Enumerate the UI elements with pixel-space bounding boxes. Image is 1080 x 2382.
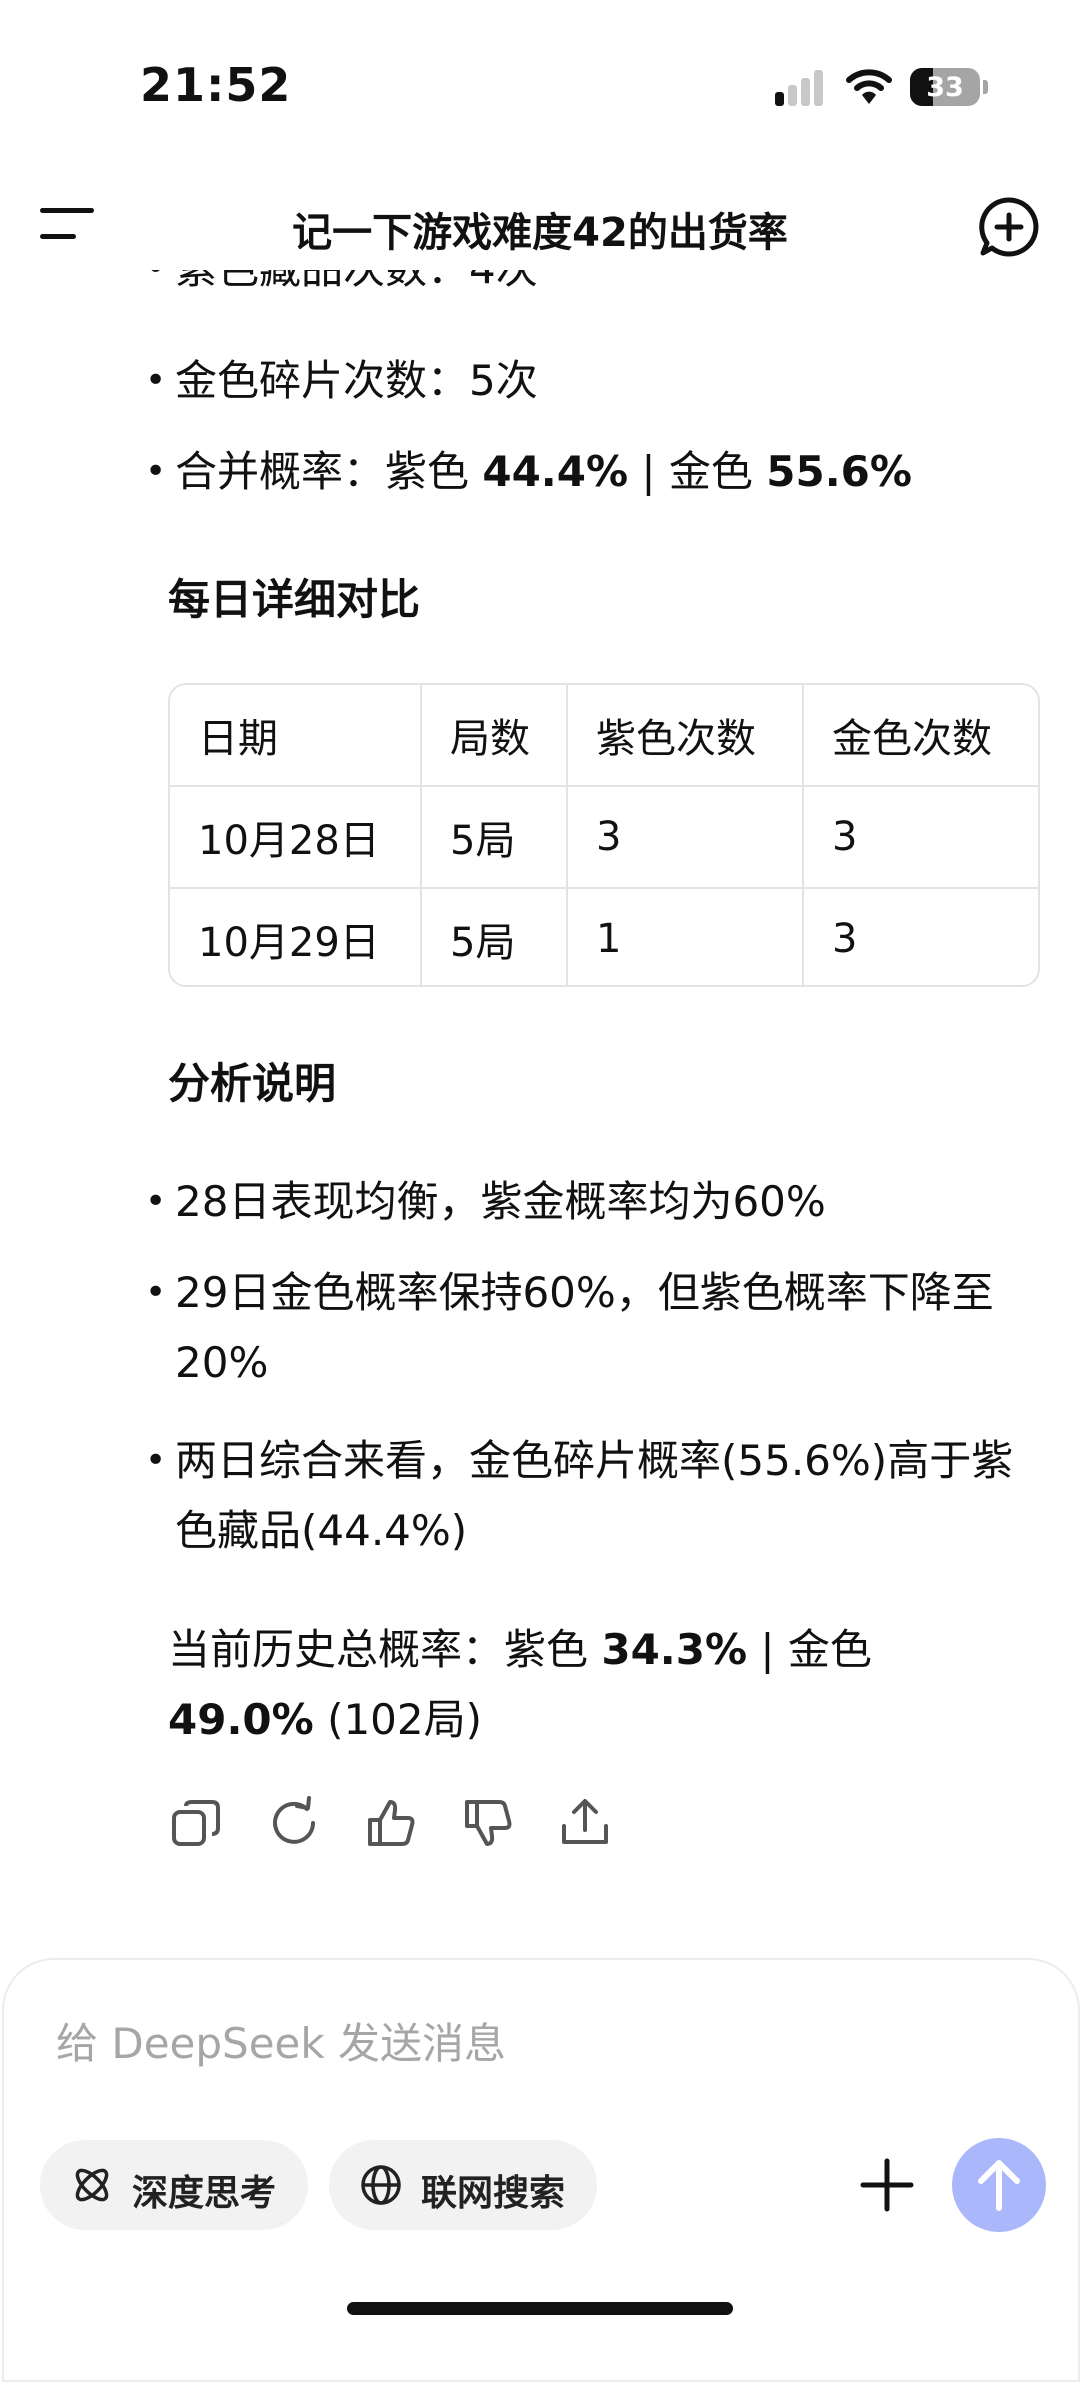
chat-header: 记一下游戏难度42的出货率 <box>0 180 1080 270</box>
menu-button[interactable] <box>40 202 94 248</box>
history-purple-rate: 34.3% <box>601 1625 748 1674</box>
table-row: 10月29日 5局 1 3 <box>170 887 1038 985</box>
table-cell: 3 <box>566 785 804 889</box>
table-cell: 10月28日 <box>170 785 422 889</box>
table-header-cell: 日期 <box>170 685 422 787</box>
battery-icon: 33 <box>910 68 980 106</box>
combined-rate-label: 合并概率：紫色 <box>175 447 483 496</box>
table-header-cell: 金色次数 <box>802 685 1038 787</box>
regenerate-icon[interactable] <box>267 1796 321 1850</box>
table-header-row: 日期 局数 紫色次数 金色次数 <box>170 685 1038 787</box>
new-chat-icon[interactable] <box>978 196 1040 258</box>
analysis-item: 28日表现均衡，紫金概率均为60% <box>145 1167 1015 1237</box>
battery-cap <box>983 80 988 94</box>
copy-icon[interactable] <box>170 1796 224 1850</box>
daily-table: 日期 局数 紫色次数 金色次数 10月28日 5局 3 3 10月29日 5局 … <box>168 683 1040 987</box>
chat-title[interactable]: 记一下游戏难度42的出货率 <box>160 200 920 258</box>
message-input[interactable]: 给 DeepSeek 发送消息 <box>56 2010 506 2071</box>
daily-heading: 每日详细对比 <box>168 575 421 624</box>
analysis-heading: 分析说明 <box>168 1059 337 1108</box>
history-rate-label: 当前历史总概率：紫色 <box>168 1625 602 1674</box>
globe-icon <box>361 2165 401 2205</box>
summary-item: 金色碎片次数：5次 <box>145 346 538 416</box>
cellular-signal-icon <box>775 70 825 106</box>
thumbs-up-icon[interactable] <box>364 1796 418 1850</box>
table-header-cell: 紫色次数 <box>566 685 804 787</box>
plus-icon[interactable] <box>857 2155 917 2215</box>
chat-content[interactable]: 紫色藏品次数：4次 金色碎片次数：5次 合并概率：紫色 44.4% | 金色 5… <box>0 240 1080 1940</box>
combined-purple-rate: 44.4% <box>482 447 629 496</box>
combined-gold-rate: 55.6% <box>766 447 912 496</box>
deep-think-button[interactable]: 深度思考 <box>40 2140 308 2230</box>
combined-rate-sep: | 金色 <box>628 447 767 496</box>
arrow-up-icon <box>978 2160 1020 2211</box>
battery-level: 33 <box>926 72 964 103</box>
send-button[interactable] <box>952 2138 1046 2232</box>
status-time: 21:52 <box>140 58 292 112</box>
analysis-item: 两日综合来看，金色碎片概率(55.6%)高于紫色藏品(44.4%) <box>145 1426 1015 1566</box>
history-rounds: (102局) <box>313 1695 483 1744</box>
menu-icon-line <box>40 208 94 213</box>
menu-icon-line <box>40 234 76 239</box>
home-indicator <box>347 2302 733 2315</box>
table-cell: 5局 <box>420 887 568 985</box>
table-row: 10月28日 5局 3 3 <box>170 785 1038 889</box>
analysis-item: 29日金色概率保持60%，但紫色概率下降至20% <box>145 1258 1015 1398</box>
share-icon[interactable] <box>558 1796 612 1850</box>
history-rate: 当前历史总概率：紫色 34.3% | 金色 49.0% (102局) <box>168 1615 1028 1755</box>
table-cell: 5局 <box>420 785 568 889</box>
combined-rate: 合并概率：紫色 44.4% | 金色 55.6% <box>145 437 912 507</box>
table-cell: 3 <box>802 785 1038 889</box>
web-search-label: 联网搜索 <box>421 2173 566 2214</box>
table-cell: 1 <box>566 887 804 985</box>
status-bar: 21:52 33 <box>0 0 1080 150</box>
table-cell: 3 <box>802 887 1038 985</box>
message-composer: 给 DeepSeek 发送消息 深度思考 联网搜索 <box>2 1958 1080 2382</box>
history-rate-sep: | 金色 <box>747 1625 872 1674</box>
history-gold-rate: 49.0% <box>168 1695 314 1744</box>
thumbs-down-icon[interactable] <box>461 1796 515 1850</box>
wifi-icon <box>846 69 892 104</box>
deep-think-label: 深度思考 <box>132 2173 277 2214</box>
table-cell: 10月29日 <box>170 887 422 985</box>
web-search-button[interactable]: 联网搜索 <box>329 2140 597 2230</box>
atom-icon <box>75 2168 109 2202</box>
table-header-cell: 局数 <box>420 685 568 787</box>
